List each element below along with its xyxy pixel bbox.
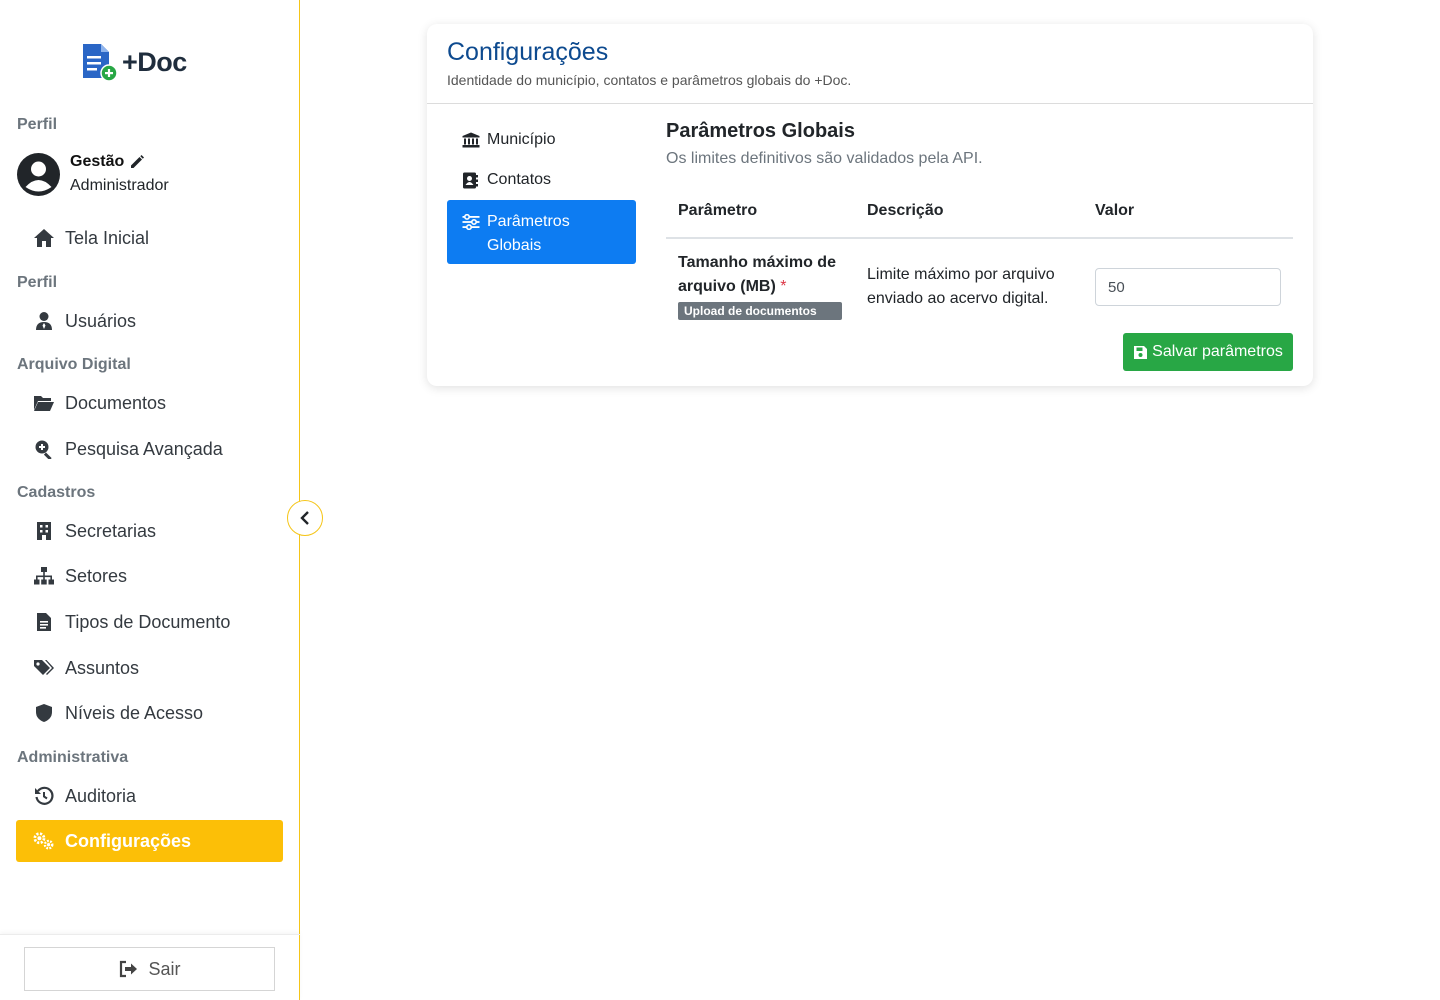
nav-label-sectors: Setores xyxy=(65,565,128,586)
profile-role: Administrador xyxy=(70,177,169,194)
param-name-cell: Tamanho máximo de arquivo (MB) * Upload … xyxy=(666,238,855,335)
chevron-left-icon xyxy=(300,511,309,525)
section-label-registers: Cadastros xyxy=(17,484,96,501)
pane-title: Parâmetros Globais xyxy=(666,120,855,142)
sitemap-icon xyxy=(34,567,54,585)
history-icon xyxy=(35,786,54,805)
building-icon xyxy=(37,522,51,540)
address-book-icon xyxy=(463,172,478,188)
user-avatar-icon xyxy=(17,152,60,196)
section-label-profile: Perfil xyxy=(17,116,58,133)
sidebar-footer: Sair xyxy=(0,934,300,1000)
save-icon xyxy=(1134,345,1148,359)
sidebar-collapse-button[interactable] xyxy=(287,500,323,536)
required-asterisk: * xyxy=(780,278,787,295)
nav-label-audit: Auditoria xyxy=(65,785,137,806)
sliders-icon xyxy=(462,214,480,230)
nav-label-home: Tela Inicial xyxy=(65,227,150,248)
param-badge: Upload de documentos xyxy=(678,302,842,320)
nav-item-audit[interactable]: Auditoria xyxy=(16,775,283,817)
landmark-icon xyxy=(462,132,480,148)
tab-municipio[interactable]: Município xyxy=(447,120,636,160)
nav-item-settings[interactable]: Configurações xyxy=(16,820,283,862)
column-header-valor: Valor xyxy=(1083,192,1293,239)
logout-button[interactable]: Sair xyxy=(24,947,275,991)
nav-label-access-levels: Níveis de Acesso xyxy=(65,702,204,723)
tags-icon xyxy=(34,660,54,675)
pane-subtitle: Os limites definitivos são validados pel… xyxy=(666,150,983,167)
nav-item-secretariats[interactable]: Secretarias xyxy=(16,510,283,552)
nav-label-subjects: Assuntos xyxy=(65,657,140,678)
nav-label-users: Usuários xyxy=(65,310,137,331)
tab-label-contatos: Contatos xyxy=(487,171,552,188)
card-header: Configurações Identidade do município, c… xyxy=(427,24,1313,104)
pencil-icon[interactable] xyxy=(129,154,145,170)
nav-item-advanced-search[interactable]: Pesquisa Avançada xyxy=(16,428,283,470)
nav-label-settings: Configurações xyxy=(65,830,192,851)
nav-item-users[interactable]: Usuários xyxy=(16,300,283,342)
logo[interactable]: +Doc xyxy=(80,42,187,82)
search-plus-icon xyxy=(35,440,52,459)
file-alt-icon xyxy=(37,613,51,631)
profile-name: Gestão xyxy=(70,153,125,170)
nav-item-sectors[interactable]: Setores xyxy=(16,555,283,597)
brand-name: +Doc xyxy=(122,46,187,77)
nav-label-documents: Documentos xyxy=(65,392,167,413)
settings-tabs: Município Contatos Parâmetros Globais xyxy=(447,120,636,264)
save-parameters-button[interactable]: Salvar parâmetros xyxy=(1123,333,1293,371)
column-header-descricao: Descrição xyxy=(855,192,1083,239)
param-description: Limite máximo por arquivo enviado ao ace… xyxy=(867,266,1055,307)
page-subtitle: Identidade do município, contatos e parâ… xyxy=(447,72,852,88)
user-profile[interactable]: Gestão Administrador xyxy=(17,150,169,198)
table-header-row: Parâmetro Descrição Valor xyxy=(666,192,1293,239)
nav-item-home[interactable]: Tela Inicial xyxy=(16,217,283,259)
section-label-profile-2: Perfil xyxy=(17,274,58,291)
param-value-cell xyxy=(1083,238,1293,335)
logout-label: Sair xyxy=(148,958,181,979)
tab-label-municipio: Município xyxy=(487,131,556,148)
section-label-admin: Administrativa xyxy=(17,749,129,766)
cogs-icon xyxy=(33,832,54,850)
user-tie-icon xyxy=(36,312,52,330)
table-row: Tamanho máximo de arquivo (MB) * Upload … xyxy=(666,238,1293,335)
tab-contatos[interactable]: Contatos xyxy=(447,160,636,200)
settings-card: Configurações Identidade do município, c… xyxy=(427,24,1313,386)
sign-out-icon xyxy=(120,960,138,978)
save-button-label: Salvar parâmetros xyxy=(1152,343,1283,360)
nav-label-advanced-search: Pesquisa Avançada xyxy=(65,438,223,459)
nav-label-secretariats: Secretarias xyxy=(65,520,157,541)
home-icon xyxy=(34,229,54,247)
column-header-parametro: Parâmetro xyxy=(666,192,855,239)
params-table: Parâmetro Descrição Valor Tamanho máximo… xyxy=(666,192,1293,335)
page-title: Configurações xyxy=(447,38,609,66)
folder-open-icon xyxy=(34,396,54,411)
nav-item-subjects[interactable]: Assuntos xyxy=(16,647,283,689)
nav-item-documents[interactable]: Documentos xyxy=(16,382,283,424)
section-label-archive: Arquivo Digital xyxy=(17,356,131,373)
global-params-pane: Parâmetros Globais Os limites definitivo… xyxy=(666,120,1293,335)
nav-label-doc-types: Tipos de Documento xyxy=(65,611,231,632)
shield-icon xyxy=(36,704,52,722)
document-add-icon xyxy=(83,44,118,82)
nav-item-doc-types[interactable]: Tipos de Documento xyxy=(16,601,283,643)
tab-parametros-globais[interactable]: Parâmetros Globais xyxy=(447,200,636,264)
tab-label-parametros-globais: Parâmetros Globais xyxy=(487,213,570,254)
param-name: Tamanho máximo de arquivo (MB) xyxy=(678,254,836,295)
nav-item-access-levels[interactable]: Níveis de Acesso xyxy=(16,692,283,734)
sidebar: +Doc Perfil Gestão Administrador Tela In… xyxy=(0,0,300,1000)
max-file-size-input[interactable] xyxy=(1095,268,1281,306)
